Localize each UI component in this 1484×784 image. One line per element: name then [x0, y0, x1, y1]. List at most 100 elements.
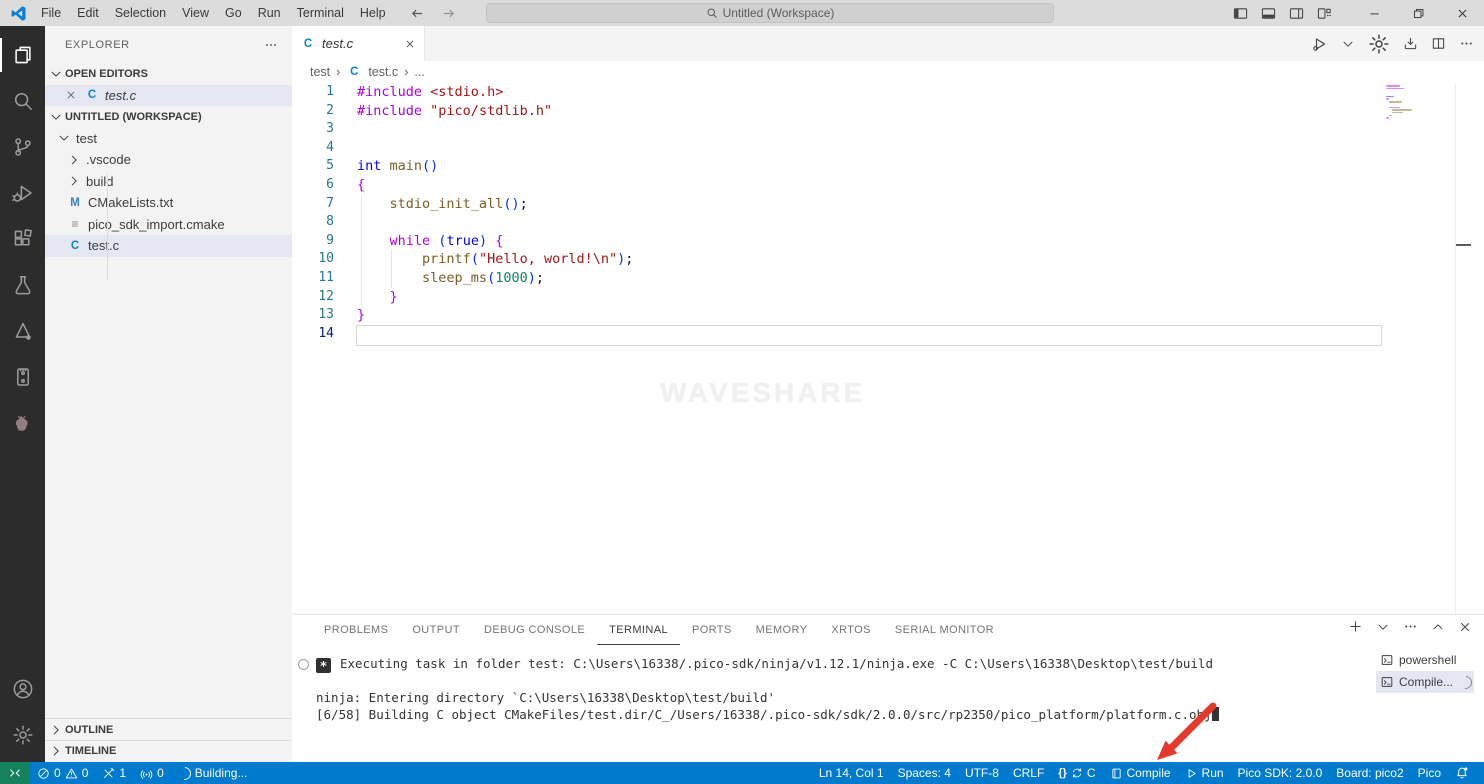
menu-item-selection[interactable]: Selection: [107, 6, 174, 20]
forward-icon[interactable]: [441, 6, 456, 21]
activity-raspberry-pi[interactable]: [0, 400, 45, 446]
line-number: 4: [292, 139, 334, 158]
run-or-debug-icon[interactable]: [1312, 36, 1328, 52]
status-notifications[interactable]: [1448, 762, 1476, 784]
breadcrumb-item[interactable]: ...: [414, 65, 424, 79]
status-cursor-position[interactable]: Ln 14, Col 1: [812, 762, 891, 784]
tree-item-CMakeLists.txt[interactable]: MCMakeLists.txt: [45, 192, 292, 214]
status-run[interactable]: Run: [1178, 762, 1231, 784]
tree-item-test[interactable]: test: [45, 128, 292, 150]
activity-accounts[interactable]: [0, 666, 45, 712]
line-number: 7: [292, 195, 334, 214]
more-icon[interactable]: [1459, 36, 1474, 51]
activity-cmake-tools[interactable]: [0, 308, 45, 354]
panel-tab-output[interactable]: OUTPUT: [400, 615, 472, 645]
status-indentation[interactable]: Spaces: 4: [891, 762, 958, 784]
line-number: 12: [292, 288, 334, 307]
status-board[interactable]: Board: pico2: [1329, 762, 1410, 784]
open-editor-test.c[interactable]: Ctest.c: [45, 85, 292, 107]
terminal-output[interactable]: *Executing task in folder test: C:\Users…: [292, 655, 1374, 723]
tree-item-build[interactable]: build: [45, 171, 292, 193]
status-ports[interactable]: 0: [133, 762, 171, 784]
toggle-panel-icon[interactable]: [1261, 6, 1276, 21]
activity-extensions[interactable]: [0, 216, 45, 262]
open-editors-header[interactable]: OPEN EDITORS: [45, 63, 292, 85]
line-number: 6: [292, 176, 334, 195]
close-tab-icon[interactable]: [404, 38, 416, 50]
broadcast-icon: [140, 767, 153, 780]
activity-settings[interactable]: [0, 712, 45, 758]
tree-item-.vscode[interactable]: .vscode: [45, 149, 292, 171]
menu-item-terminal[interactable]: Terminal: [289, 6, 352, 20]
line-number: 9: [292, 232, 334, 251]
status-encoding[interactable]: UTF-8: [958, 762, 1006, 784]
bell-icon: [1455, 766, 1469, 780]
activity-run-and-debug[interactable]: [0, 170, 45, 216]
status-building[interactable]: Building...: [171, 762, 255, 784]
activity-search[interactable]: [0, 78, 45, 124]
close-window-button[interactable]: [1440, 0, 1484, 26]
menu-item-edit[interactable]: Edit: [69, 6, 107, 20]
braces-icon: {}: [1058, 768, 1067, 779]
minimap[interactable]: [1386, 85, 1426, 123]
restore-button[interactable]: [1396, 0, 1440, 26]
toggle-secondary-sidebar-icon[interactable]: [1289, 6, 1304, 21]
breadcrumb-item[interactable]: test: [310, 65, 330, 79]
status-pico-sdk[interactable]: Pico SDK: 2.0.0: [1231, 762, 1330, 784]
activity-source-control[interactable]: [0, 124, 45, 170]
split-editor-icon[interactable]: [1431, 36, 1446, 51]
line-number: 2: [292, 102, 334, 121]
more-icon[interactable]: [1403, 619, 1418, 634]
section-outline[interactable]: OUTLINE: [45, 718, 292, 741]
tree-item-test.c[interactable]: Ctest.c: [45, 235, 292, 257]
back-icon[interactable]: [410, 6, 425, 21]
more-actions-icon[interactable]: [264, 38, 278, 52]
gear-icon[interactable]: [1368, 33, 1390, 55]
menu-item-help[interactable]: Help: [352, 6, 394, 20]
menu-item-file[interactable]: File: [33, 6, 69, 20]
menu-item-run[interactable]: Run: [250, 6, 289, 20]
status-language-mode[interactable]: {}C: [1051, 762, 1102, 784]
breadcrumb[interactable]: test›Ctest.c›...: [292, 61, 1484, 83]
panel-tab-terminal[interactable]: TERMINAL: [597, 615, 680, 645]
section-timeline[interactable]: TIMELINE: [45, 740, 292, 763]
plus-icon[interactable]: [1348, 619, 1363, 634]
chevron-right-icon: [67, 153, 81, 167]
search-icon: [12, 90, 34, 112]
customize-layout-icon[interactable]: [1317, 6, 1332, 21]
code-editor[interactable]: 1234567891011121314 #include <stdio.h>#i…: [292, 83, 1484, 614]
terminal-instance-Compile[interactable]: Compile...: [1376, 671, 1474, 693]
chevron-down-icon[interactable]: [1341, 37, 1355, 51]
minimize-button[interactable]: [1352, 0, 1396, 26]
panel-tab-debug-console[interactable]: DEBUG CONSOLE: [472, 615, 597, 645]
panel-tab-xrtos[interactable]: XRTOS: [819, 615, 883, 645]
panel-tab-ports[interactable]: PORTS: [680, 615, 744, 645]
download-icon[interactable]: [1403, 36, 1418, 51]
workspace-header[interactable]: UNTITLED (WORKSPACE): [45, 106, 292, 128]
activity-pico-project[interactable]: [0, 354, 45, 400]
status-remote-indicator[interactable]: [0, 762, 30, 784]
status-eol[interactable]: CRLF: [1006, 762, 1051, 784]
status-pico[interactable]: Pico: [1411, 762, 1448, 784]
tab-test-c[interactable]: C test.c: [292, 26, 425, 61]
chevron-down-icon[interactable]: [1376, 619, 1390, 634]
menu-item-view[interactable]: View: [174, 6, 217, 20]
status-problems[interactable]: 00: [30, 762, 95, 784]
task-decoration: [298, 659, 309, 670]
terminal-instance-powershell[interactable]: powershell: [1376, 649, 1474, 671]
panel-tab-serial-monitor[interactable]: SERIAL MONITOR: [883, 615, 1006, 645]
toggle-sidebar-icon[interactable]: [1233, 6, 1248, 21]
status-tasks[interactable]: 1: [95, 762, 133, 784]
close-icon[interactable]: [1458, 619, 1472, 634]
status-compile[interactable]: Compile: [1103, 762, 1178, 784]
panel-tab-problems[interactable]: PROBLEMS: [312, 615, 400, 645]
tree-item-pico_sdk_import.cmake[interactable]: ≡pico_sdk_import.cmake: [45, 214, 292, 236]
activity-explorer[interactable]: [0, 32, 45, 78]
activity-testing[interactable]: [0, 262, 45, 308]
panel-tab-memory[interactable]: MEMORY: [744, 615, 820, 645]
menu-item-go[interactable]: Go: [217, 6, 250, 20]
command-center-search[interactable]: Untitled (Workspace): [486, 3, 1054, 23]
close-editor-icon[interactable]: [63, 89, 79, 101]
chevron-up-icon[interactable]: [1431, 619, 1445, 634]
breadcrumb-item[interactable]: test.c: [368, 65, 398, 79]
